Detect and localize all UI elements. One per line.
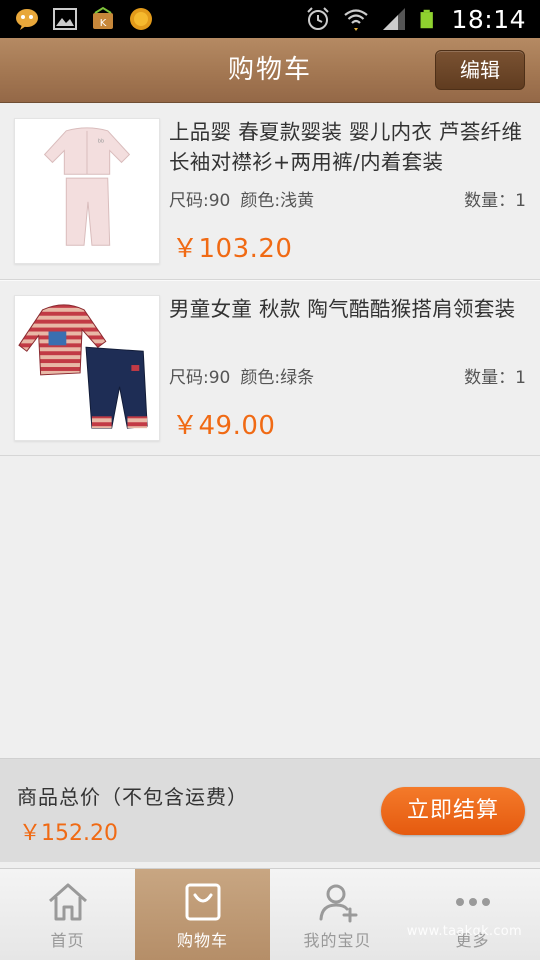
tab-home[interactable]: 首页 [0,869,135,960]
product-title[interactable]: 上品婴 春夏款婴装 婴儿内衣 芦荟纤维长袖对襟衫+两用裤/内着套装 [169,117,534,177]
tab-my-items[interactable]: 我的宝贝 [270,869,405,960]
tab-label: 购物车 [176,931,228,950]
kids-outfit-image [18,304,148,429]
product-spec: 尺码:90 颜色:绿条 [169,363,314,388]
tab-label: 我的宝贝 [303,931,372,950]
product-spec: 尺码:90 颜色:浅黄 [169,186,314,211]
baby-outfit-image: bb [43,127,131,246]
cart-icon [185,883,220,921]
gallery-icon [53,8,77,30]
total-price: ￥152.20 [19,821,118,846]
product-quantity: 数量：1 [464,191,526,211]
cart-item[interactable]: 男童女童 秋款 陶气酷酷猴搭肩领套装 尺码:90 颜色:绿条 数量：1 ￥49.0… [0,280,540,456]
user-add-icon [319,884,357,923]
product-quantity: 数量：1 [464,368,526,388]
product-color: 颜色:浅黄 [240,191,315,211]
status-bar: K 18:14 [0,0,540,38]
wifi-icon [344,9,369,31]
more-icon [455,898,490,906]
bottom-tab-bar: 首页 购物车 我的宝贝 更多 [0,868,540,960]
status-right-icons: 18:14 [305,5,526,34]
product-image[interactable] [14,295,160,441]
svg-text:bb: bb [98,139,104,145]
coin-icon [130,8,152,30]
home-icon [48,883,87,921]
watermark: www.taakqk.com [406,924,522,939]
signal-icon [383,8,406,30]
app-notification-icon: K [93,6,113,29]
tab-cart[interactable]: 购物车 [135,869,270,960]
product-price: ￥103.20 [172,234,293,264]
product-image[interactable]: bb [14,118,160,264]
alarm-icon [307,7,330,30]
tab-label: 首页 [50,931,85,950]
notification-bubble-icon [16,9,38,30]
app-header: 购物车 编辑 [0,38,540,103]
tab-more[interactable]: 更多 [405,869,540,960]
status-left-icons: K [14,6,154,32]
product-color: 颜色:绿条 [240,368,315,388]
cart-list: bb 上品婴 春夏款婴装 婴儿内衣 芦荟纤维长袖对襟衫+两用裤/内着套装 尺码:… [0,104,540,456]
cart-item[interactable]: bb 上品婴 春夏款婴装 婴儿内衣 芦荟纤维长袖对襟衫+两用裤/内着套装 尺码:… [0,104,540,280]
cart-summary: 商品总价（不包含运费） ￥152.20 立即结算 [0,758,540,862]
total-label: 商品总价（不包含运费） [17,785,248,809]
battery-icon [420,9,434,29]
product-title[interactable]: 男童女童 秋款 陶气酷酷猴搭肩领套装 [169,294,534,324]
status-time: 18:14 [451,4,526,34]
edit-button[interactable]: 编辑 [435,50,525,90]
product-size: 尺码:90 [169,368,231,388]
checkout-button[interactable]: 立即结算 [381,787,525,835]
svg-text:K: K [100,18,107,29]
product-size: 尺码:90 [169,191,231,211]
product-price: ￥49.00 [172,411,276,441]
